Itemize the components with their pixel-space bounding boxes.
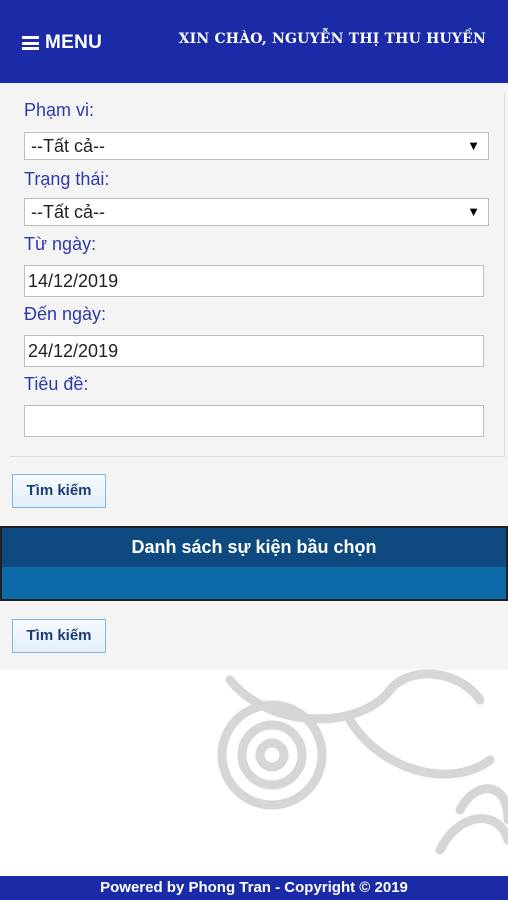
menu-button[interactable]: MENU <box>22 32 102 54</box>
status-select[interactable]: --Tất cả-- ▼ <box>24 198 489 226</box>
top-bar: MENU XIN CHÀO, NGUYỄN THỊ THU HUYỀN <box>0 0 508 83</box>
search-button[interactable]: Tìm kiếm <box>12 474 106 508</box>
filter-form: Phạm vi: --Tất cả-- ▼ Trạng thái: --Tất … <box>10 93 505 457</box>
search-button-bottom[interactable]: Tìm kiếm <box>12 619 106 653</box>
scope-label: Phạm vi: <box>24 100 95 120</box>
hamburger-icon <box>22 36 39 50</box>
title-label: Tiêu đề: <box>24 374 89 394</box>
search-panel: Phạm vi: --Tất cả-- ▼ Trạng thái: --Tất … <box>0 83 508 670</box>
footer: Powered by Phong Tran - Copyright © 2019 <box>0 876 508 900</box>
to-date-input[interactable]: 24/12/2019 <box>24 335 484 367</box>
menu-label: MENU <box>45 32 103 53</box>
from-date-input[interactable]: 14/12/2019 <box>24 265 484 297</box>
from-date-label: Từ ngày: <box>24 234 97 254</box>
event-list-body: Danh sách sự kiện bầu chọn <box>2 528 506 599</box>
dropdown-arrow-icon: ▼ <box>467 204 480 219</box>
scope-select[interactable]: --Tất cả-- ▼ <box>24 132 489 160</box>
event-list: Danh sách sự kiện bầu chọn <box>0 526 508 601</box>
event-list-title: Danh sách sự kiện bầu chọn <box>2 528 506 567</box>
status-select-value: --Tất cả-- <box>31 202 105 222</box>
scope-select-value: --Tất cả-- <box>31 136 105 156</box>
background-swirl-decoration <box>217 669 508 855</box>
to-date-label: Đến ngày: <box>24 304 107 324</box>
user-greeting: XIN CHÀO, NGUYỄN THỊ THU HUYỀN <box>178 31 486 47</box>
title-input[interactable] <box>24 405 484 437</box>
dropdown-arrow-icon: ▼ <box>467 138 480 153</box>
status-label: Trạng thái: <box>24 169 110 189</box>
